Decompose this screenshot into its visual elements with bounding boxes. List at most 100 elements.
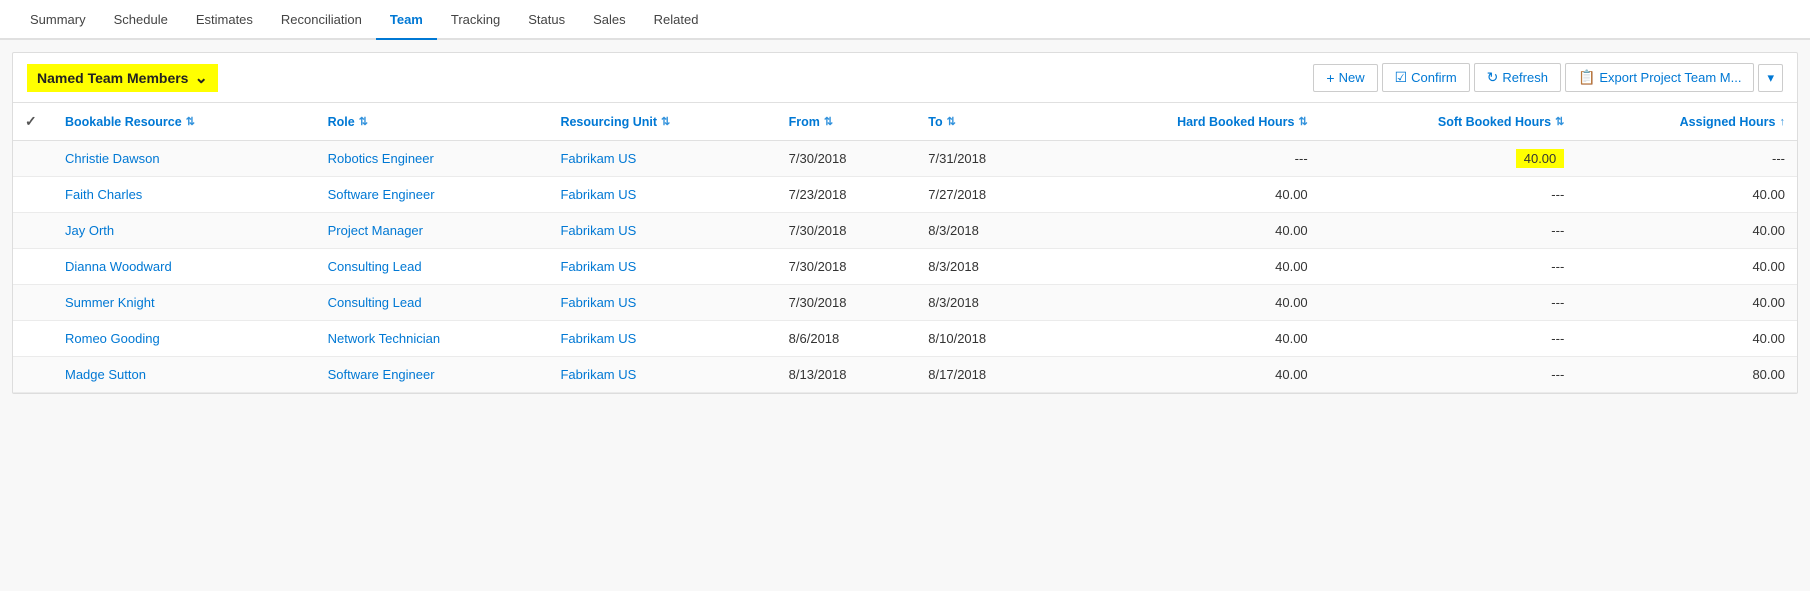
resource-link[interactable]: Madge Sutton	[65, 367, 146, 382]
nav-reconciliation[interactable]: Reconciliation	[267, 0, 376, 40]
toolbar-right: + New ☑ Confirm ↻ Refresh 📋 Export Proje…	[1313, 63, 1783, 92]
cell-resourcing-unit: Fabrikam US	[548, 321, 776, 357]
cell-hard-booked: 40.00	[1056, 357, 1320, 393]
cell-role[interactable]: Project Manager	[316, 213, 549, 249]
cell-to: 8/10/2018	[916, 321, 1056, 357]
col-role[interactable]: Role ⇅	[316, 103, 549, 141]
nav-related[interactable]: Related	[640, 0, 713, 40]
nav-tracking[interactable]: Tracking	[437, 0, 514, 40]
select-all-checkbox[interactable]: ✓	[25, 113, 37, 129]
nav-sales[interactable]: Sales	[579, 0, 640, 40]
col-assigned[interactable]: Assigned Hours ↑	[1576, 103, 1797, 141]
cell-role[interactable]: Consulting Lead	[316, 285, 549, 321]
export-button[interactable]: 📋 Export Project Team M...	[1565, 63, 1755, 92]
nav-schedule[interactable]: Schedule	[100, 0, 182, 40]
table-header-row: ✓ Bookable Resource ⇅ Role ⇅ Re	[13, 103, 1797, 141]
cell-role[interactable]: Consulting Lead	[316, 249, 549, 285]
cell-from: 7/30/2018	[777, 249, 917, 285]
cell-resourcing-unit: Fabrikam US	[548, 177, 776, 213]
role-link[interactable]: Network Technician	[328, 331, 440, 346]
role-link[interactable]: Project Manager	[328, 223, 423, 238]
col-resourcing-unit[interactable]: Resourcing Unit ⇅	[548, 103, 776, 141]
table-row: Dianna Woodward Consulting Lead Fabrikam U…	[13, 249, 1797, 285]
cell-to: 8/3/2018	[916, 213, 1056, 249]
resource-link[interactable]: Dianna Woodward	[65, 259, 172, 274]
chevron-down-icon: ▾	[1767, 70, 1774, 86]
section-label-text: Named Team Members	[37, 70, 188, 86]
cell-assigned-hours: 40.00	[1576, 321, 1797, 357]
resourcing-unit-link[interactable]: Fabrikam US	[560, 331, 636, 346]
cell-resource[interactable]: Dianna Woodward	[53, 249, 316, 285]
resourcing-unit-link[interactable]: Fabrikam US	[560, 295, 636, 310]
nav-estimates[interactable]: Estimates	[182, 0, 267, 40]
chevron-down-icon[interactable]	[194, 68, 207, 88]
cell-soft-booked: ---	[1320, 249, 1577, 285]
col-from[interactable]: From ⇅	[777, 103, 917, 141]
cell-role[interactable]: Network Technician	[316, 321, 549, 357]
resourcing-unit-link[interactable]: Fabrikam US	[560, 223, 636, 238]
confirm-button[interactable]: ☑ Confirm	[1382, 63, 1470, 92]
cell-role[interactable]: Robotics Engineer	[316, 141, 549, 177]
team-members-table: ✓ Bookable Resource ⇅ Role ⇅ Re	[13, 103, 1797, 393]
col-to[interactable]: To ⇅	[916, 103, 1056, 141]
col-hard-booked[interactable]: Hard Booked Hours ⇅	[1056, 103, 1320, 141]
cell-role[interactable]: Software Engineer	[316, 177, 549, 213]
resourcing-unit-link[interactable]: Fabrikam US	[560, 259, 636, 274]
role-link[interactable]: Robotics Engineer	[328, 151, 434, 166]
new-button[interactable]: + New	[1313, 64, 1377, 92]
cell-soft-booked: ---	[1320, 357, 1577, 393]
role-link[interactable]: Software Engineer	[328, 187, 435, 202]
table-row: Romeo Gooding Network Technician Fabrikam …	[13, 321, 1797, 357]
select-all-column[interactable]: ✓	[13, 103, 53, 141]
cell-resource[interactable]: Summer Knight	[53, 285, 316, 321]
resource-link[interactable]: Summer Knight	[65, 295, 155, 310]
cell-resource[interactable]: Christie Dawson	[53, 141, 316, 177]
role-link[interactable]: Software Engineer	[328, 367, 435, 382]
row-checkbox-cell	[13, 141, 53, 177]
cell-resource[interactable]: Madge Sutton	[53, 357, 316, 393]
soft-booked-highlight: 40.00	[1516, 149, 1565, 168]
row-checkbox-cell	[13, 321, 53, 357]
main-panel: Named Team Members + New ☑ Confirm ↻ Ref…	[12, 52, 1798, 394]
sort-icon-hard-booked: ⇅	[1298, 115, 1307, 128]
sort-icon-resourcing: ⇅	[661, 115, 670, 128]
cell-hard-booked: 40.00	[1056, 285, 1320, 321]
refresh-icon: ↻	[1487, 69, 1499, 86]
resource-link[interactable]: Christie Dawson	[65, 151, 160, 166]
col-soft-booked[interactable]: Soft Booked Hours ⇅	[1320, 103, 1577, 141]
role-link[interactable]: Consulting Lead	[328, 295, 422, 310]
sort-icon-assigned: ↑	[1780, 116, 1786, 128]
plus-icon: +	[1326, 70, 1334, 86]
row-checkbox-cell	[13, 213, 53, 249]
resourcing-unit-link[interactable]: Fabrikam US	[560, 151, 636, 166]
cell-soft-booked: ---	[1320, 213, 1577, 249]
resource-link[interactable]: Romeo Gooding	[65, 331, 160, 346]
nav-team[interactable]: Team	[376, 0, 437, 40]
cell-resource[interactable]: Romeo Gooding	[53, 321, 316, 357]
cell-from: 8/6/2018	[777, 321, 917, 357]
resourcing-unit-link[interactable]: Fabrikam US	[560, 187, 636, 202]
sort-icon-resource: ⇅	[186, 115, 195, 128]
section-label[interactable]: Named Team Members	[27, 64, 218, 92]
cell-role[interactable]: Software Engineer	[316, 357, 549, 393]
cell-assigned-hours: 40.00	[1576, 285, 1797, 321]
cell-resource[interactable]: Faith Charles	[53, 177, 316, 213]
cell-from: 7/30/2018	[777, 285, 917, 321]
cell-hard-booked: 40.00	[1056, 321, 1320, 357]
col-bookable-resource[interactable]: Bookable Resource ⇅	[53, 103, 316, 141]
cell-assigned-hours: 40.00	[1576, 249, 1797, 285]
cell-assigned-hours: 40.00	[1576, 177, 1797, 213]
refresh-button[interactable]: ↻ Refresh	[1474, 63, 1561, 92]
more-options-dropdown[interactable]: ▾	[1758, 64, 1783, 92]
cell-resourcing-unit: Fabrikam US	[548, 285, 776, 321]
resource-link[interactable]: Faith Charles	[65, 187, 142, 202]
resourcing-unit-link[interactable]: Fabrikam US	[560, 367, 636, 382]
nav-summary[interactable]: Summary	[16, 0, 100, 40]
resource-link[interactable]: Jay Orth	[65, 223, 114, 238]
cell-resource[interactable]: Jay Orth	[53, 213, 316, 249]
role-link[interactable]: Consulting Lead	[328, 259, 422, 274]
nav-status[interactable]: Status	[514, 0, 579, 40]
cell-hard-booked: ---	[1056, 141, 1320, 177]
cell-from: 7/23/2018	[777, 177, 917, 213]
sort-icon-soft-booked: ⇅	[1555, 115, 1564, 128]
